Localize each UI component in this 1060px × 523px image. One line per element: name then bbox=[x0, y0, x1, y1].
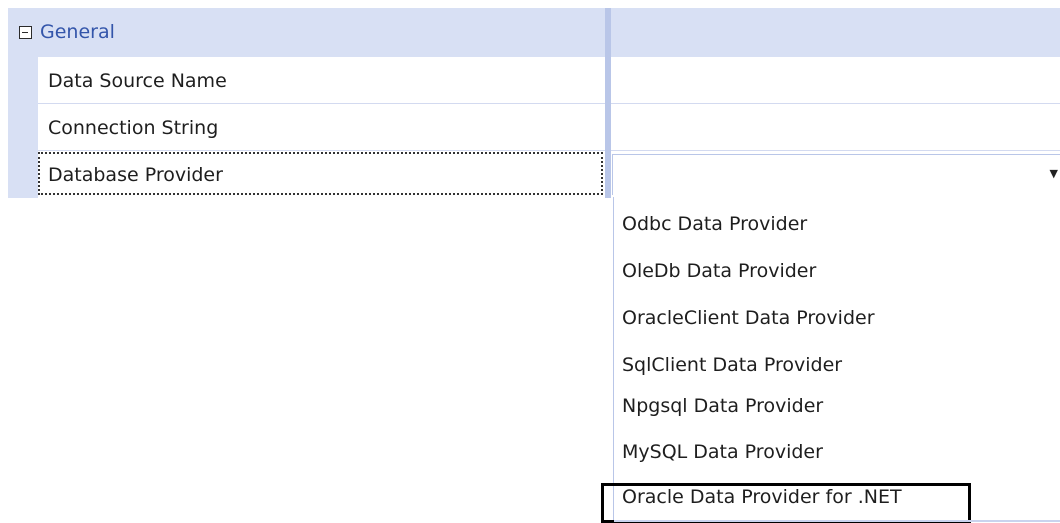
collapse-icon[interactable] bbox=[19, 26, 32, 39]
dropdown-option-oledb[interactable]: OleDb Data Provider bbox=[622, 258, 816, 284]
property-name: Connection String bbox=[48, 117, 219, 139]
property-row-connection-string[interactable]: Connection String bbox=[38, 104, 1060, 151]
database-provider-combobox[interactable]: ▼ bbox=[612, 154, 1060, 195]
highlighted-option-box bbox=[601, 483, 971, 523]
property-grid-gutter bbox=[8, 57, 38, 198]
dropdown-option-sqlclient[interactable]: SqlClient Data Provider bbox=[622, 352, 842, 378]
dropdown-option-odbc[interactable]: Odbc Data Provider bbox=[622, 211, 807, 237]
property-name: Database Provider bbox=[48, 164, 223, 186]
category-label: General bbox=[40, 21, 115, 43]
dropdown-bottom-border bbox=[614, 520, 1060, 522]
dropdown-option-npgsql[interactable]: Npgsql Data Provider bbox=[622, 393, 823, 419]
property-name: Data Source Name bbox=[48, 70, 227, 92]
property-row-data-source-name[interactable]: Data Source Name bbox=[38, 57, 1060, 104]
database-provider-dropdown-list[interactable]: Odbc Data Provider OleDb Data Provider O… bbox=[601, 197, 1060, 523]
dropdown-option-oracleclient[interactable]: OracleClient Data Provider bbox=[622, 305, 875, 331]
dropdown-option-mysql[interactable]: MySQL Data Provider bbox=[622, 439, 823, 465]
category-row-general[interactable]: General bbox=[8, 8, 1060, 57]
property-row-database-provider[interactable]: Database Provider ▼ bbox=[38, 151, 1060, 198]
dropdown-arrow-icon[interactable]: ▼ bbox=[1050, 167, 1058, 180]
